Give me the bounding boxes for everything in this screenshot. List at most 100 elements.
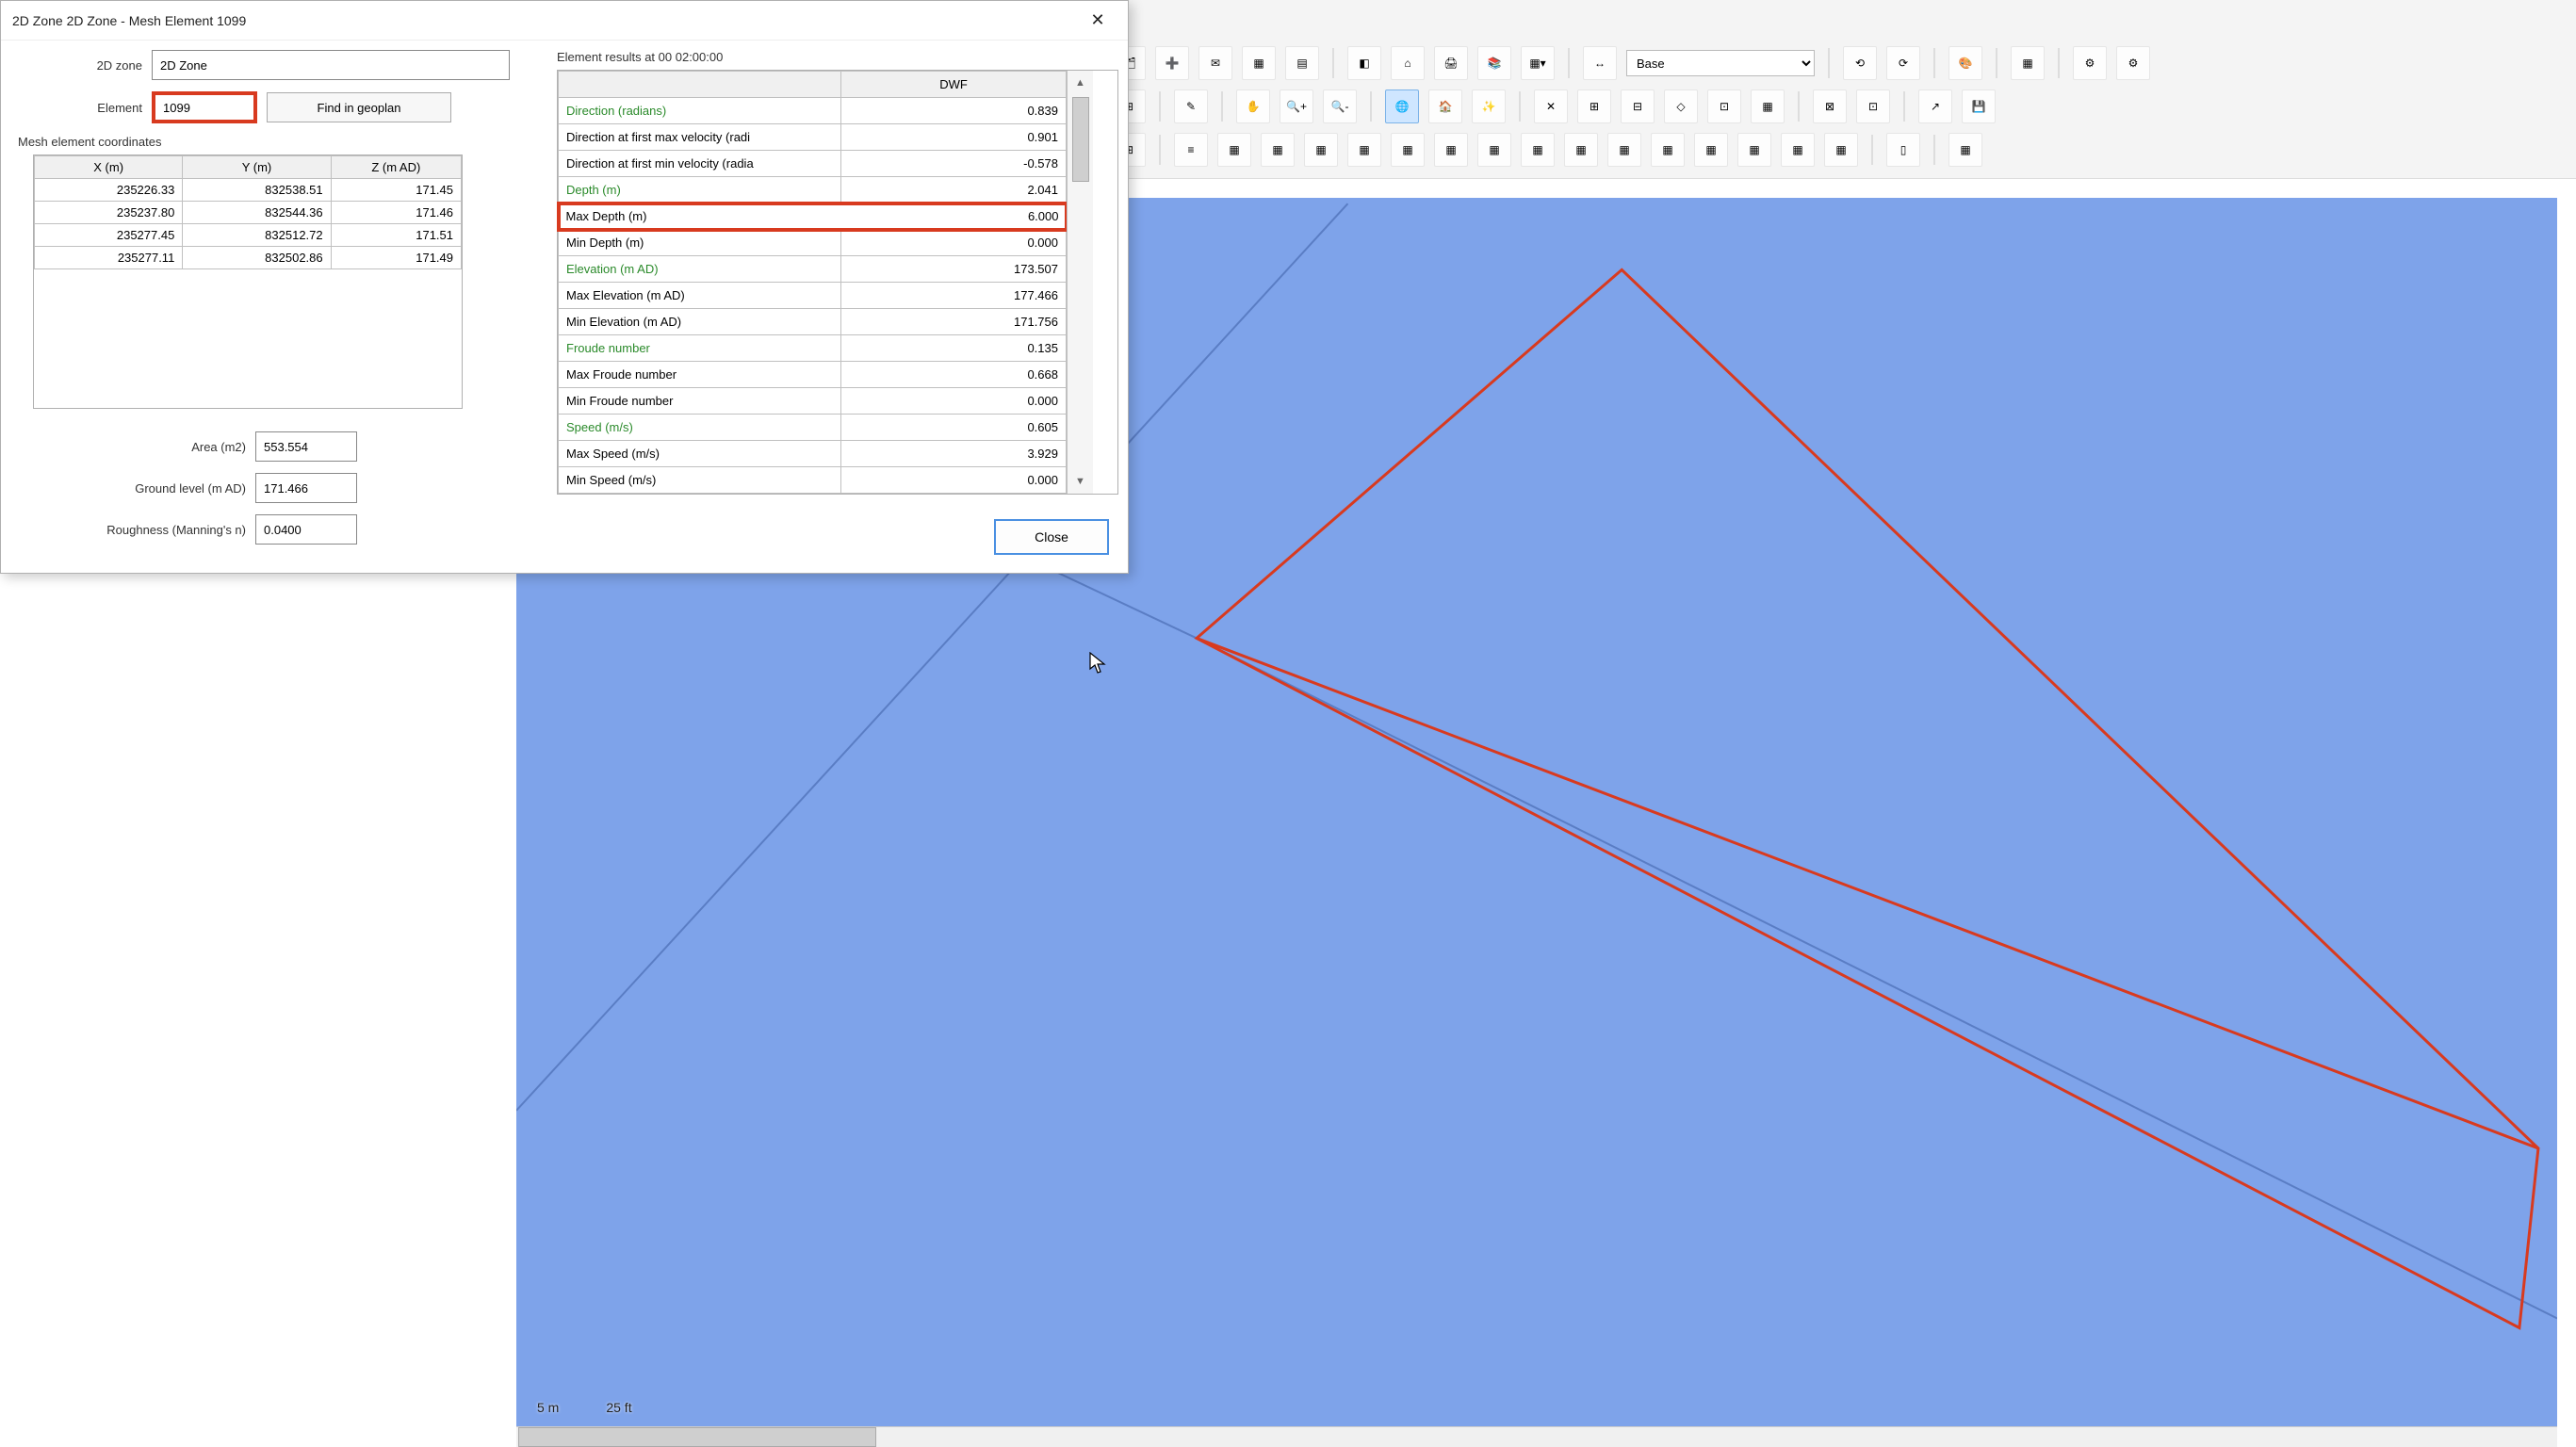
tb-icon-3[interactable]: ✉ — [1198, 46, 1232, 80]
table-row[interactable]: Direction at first min velocity (radia-0… — [559, 151, 1067, 177]
tb-r3-9[interactable]: ▦ — [1477, 133, 1511, 167]
tb-icon-r2-8[interactable]: ✕ — [1534, 89, 1568, 123]
tb-r3-16[interactable]: ▦ — [1781, 133, 1815, 167]
tb-r3-4[interactable]: ▦ — [1261, 133, 1295, 167]
tb-r3-10[interactable]: ▦ — [1521, 133, 1555, 167]
table-row[interactable]: Froude number0.135 — [559, 335, 1067, 362]
tb-r3-13[interactable]: ▦ — [1651, 133, 1685, 167]
ground-level-input[interactable] — [255, 473, 357, 503]
tb-icon-15[interactable]: ▦ — [2011, 46, 2045, 80]
table-row[interactable]: Elevation (m AD)173.507 — [559, 256, 1067, 283]
table-row[interactable]: 235277.45832512.72171.51 — [35, 224, 462, 247]
table-row[interactable]: Min Elevation (m AD)171.756 — [559, 309, 1067, 335]
table-row[interactable]: 235277.11832502.86171.49 — [35, 247, 462, 269]
tb-r3-7[interactable]: ▦ — [1391, 133, 1425, 167]
tb-icon-13[interactable]: ⟳ — [1886, 46, 1920, 80]
tb-r3-17[interactable]: ▦ — [1824, 133, 1858, 167]
tb-icon-9[interactable]: 📚 — [1477, 46, 1511, 80]
roughness-input[interactable] — [255, 514, 357, 545]
vertical-scrollbar-thumb[interactable] — [1072, 97, 1089, 182]
scroll-down-icon[interactable]: ▼ — [1068, 469, 1093, 494]
tb-icon-r2-16[interactable]: ↗ — [1918, 89, 1952, 123]
results-table: DWF Direction (radians)0.839Direction at… — [558, 71, 1067, 494]
tb-icon-8[interactable]: 🖨 — [1434, 46, 1468, 80]
tb-r3-8[interactable]: ▦ — [1434, 133, 1468, 167]
area-input[interactable] — [255, 431, 357, 462]
table-row[interactable]: 235237.80832544.36171.46 — [35, 202, 462, 224]
dialog-titlebar: 2D Zone 2D Zone - Mesh Element 1099 ✕ — [1, 1, 1128, 41]
toolbar-separator — [1159, 91, 1161, 122]
tb-r3-5[interactable]: ▦ — [1304, 133, 1338, 167]
tb-icon-2[interactable]: ➕ — [1155, 46, 1189, 80]
zoom-out-icon[interactable]: 🔍- — [1323, 89, 1357, 123]
tb-icon-5[interactable]: ▤ — [1285, 46, 1319, 80]
scroll-up-icon[interactable]: ▲ — [1068, 71, 1093, 95]
tb-icon-r2-14[interactable]: ⊠ — [1813, 89, 1847, 123]
tb-icon-r2-17[interactable]: 💾 — [1962, 89, 1996, 123]
toolbar-row-2: ⊞ ✎ ✋ 🔍+ 🔍- 🌐 🏠 ✨ ✕ ⊞ ⊟ ◇ ⊡ ▦ ⊠ ⊡ ↗ 💾 — [1112, 85, 2576, 128]
toolbar-separator — [1332, 48, 1334, 78]
table-row[interactable]: Direction at first max velocity (radi0.9… — [559, 124, 1067, 151]
tb-icon-r2-13[interactable]: ▦ — [1751, 89, 1785, 123]
table-row[interactable]: Max Depth (m)6.000 — [559, 203, 1067, 230]
tb-icon-r2-10[interactable]: ⊟ — [1621, 89, 1655, 123]
element-input[interactable] — [152, 91, 257, 123]
table-row[interactable]: Min Depth (m)0.000 — [559, 230, 1067, 256]
element-label: Element — [10, 101, 142, 115]
close-button[interactable]: Close — [994, 519, 1109, 555]
tb-r3-6[interactable]: ▦ — [1347, 133, 1381, 167]
table-row[interactable]: Speed (m/s)0.605 — [559, 415, 1067, 441]
tb-r3-11[interactable]: ▦ — [1564, 133, 1598, 167]
tb-icon-10[interactable]: ▦▾ — [1521, 46, 1555, 80]
close-icon[interactable]: ✕ — [1079, 6, 1117, 36]
toolbar-separator — [1996, 48, 1997, 78]
tb-r3-3[interactable]: ▦ — [1217, 133, 1251, 167]
find-in-geoplan-button[interactable]: Find in geoplan — [267, 92, 451, 122]
tb-r3-18[interactable]: ▯ — [1886, 133, 1920, 167]
tb-r3-15[interactable]: ▦ — [1737, 133, 1771, 167]
vertical-scrollbar[interactable]: ▲ ▼ — [1067, 71, 1093, 494]
tb-r3-14[interactable]: ▦ — [1694, 133, 1728, 167]
horizontal-scrollbar-thumb[interactable] — [518, 1427, 876, 1447]
tb-r3-2[interactable]: ≡ — [1174, 133, 1208, 167]
tb-r3-12[interactable]: ▦ — [1607, 133, 1641, 167]
tb-icon-17[interactable]: ⚙ — [2116, 46, 2150, 80]
tb-icon-4[interactable]: ▦ — [1242, 46, 1276, 80]
toolbar-separator — [1798, 91, 1800, 122]
tb-icon-11[interactable]: ↔ — [1583, 46, 1617, 80]
tb-icon-r2-2[interactable]: ✎ — [1174, 89, 1208, 123]
table-row[interactable]: Min Froude number0.000 — [559, 388, 1067, 415]
tb-icon-r2-15[interactable]: ⊡ — [1856, 89, 1890, 123]
tb-icon-12[interactable]: ⟲ — [1843, 46, 1877, 80]
table-row[interactable]: Depth (m)2.041 — [559, 177, 1067, 203]
table-row[interactable]: Max Elevation (m AD)177.466 — [559, 283, 1067, 309]
table-row[interactable]: 235226.33832538.51171.45 — [35, 179, 462, 202]
layer-select[interactable]: Base — [1626, 50, 1815, 76]
scale-left: 5 m — [537, 1400, 559, 1415]
dialog-right-column: Element results at 00 02:00:00 DWF Direc… — [557, 50, 1118, 556]
tb-icon-r2-11[interactable]: ◇ — [1664, 89, 1698, 123]
toolbar-separator — [1933, 135, 1935, 165]
tb-icon-16[interactable]: ⚙ — [2073, 46, 2107, 80]
zone-input[interactable] — [152, 50, 510, 80]
tb-icon-r2-6[interactable]: 🏠 — [1428, 89, 1462, 123]
table-row[interactable]: Min Speed (m/s)0.000 — [559, 467, 1067, 494]
tb-icon-r2-9[interactable]: ⊞ — [1577, 89, 1611, 123]
select-tool-icon[interactable]: 🌐 — [1385, 89, 1419, 123]
table-row[interactable]: Max Speed (m/s)3.929 — [559, 441, 1067, 467]
ground-label: Ground level (m AD) — [10, 481, 246, 496]
pan-icon[interactable]: ✋ — [1236, 89, 1270, 123]
table-row[interactable]: Direction (radians)0.839 — [559, 98, 1067, 124]
table-row[interactable]: Max Froude number0.668 — [559, 362, 1067, 388]
tb-icon-r2-12[interactable]: ⊡ — [1707, 89, 1741, 123]
tb-icon-r2-7[interactable]: ✨ — [1472, 89, 1506, 123]
tb-icon-7[interactable]: ⌂ — [1391, 46, 1425, 80]
zoom-in-icon[interactable]: 🔍+ — [1280, 89, 1313, 123]
tb-icon-14[interactable]: 🎨 — [1948, 46, 1982, 80]
area-label: Area (m2) — [10, 440, 246, 454]
toolbar-separator — [1568, 48, 1570, 78]
tb-r3-19[interactable]: ▦ — [1948, 133, 1982, 167]
horizontal-scrollbar[interactable] — [516, 1426, 2557, 1447]
toolbar-separator — [1519, 91, 1521, 122]
tb-icon-6[interactable]: ◧ — [1347, 46, 1381, 80]
